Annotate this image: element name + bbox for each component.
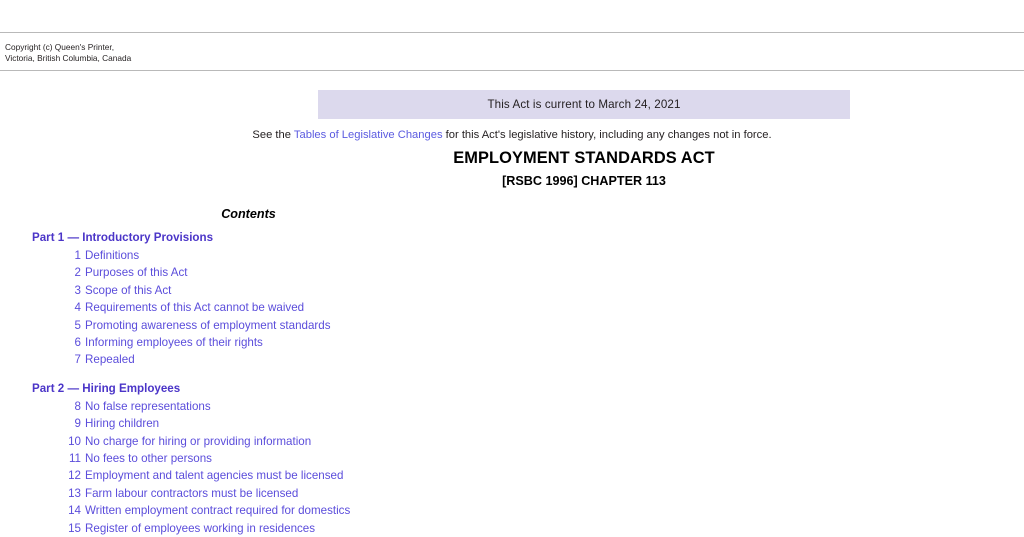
toc-part-block: Part 2 — Hiring Employees 8 No false repre… [0,381,520,537]
toc-part-block: Part 1 — Introductory Provisions 1 Definit… [0,230,520,369]
toc-entry-number: 4 [74,301,81,315]
currency-banner-text: This Act is current to March 24, 2021 [487,98,681,111]
toc-entry-label: No charge for hiring or providing inform… [85,434,312,448]
toc-entry-number: 3 [74,283,81,297]
toc-entry[interactable]: 3 Scope of this Act [0,282,520,299]
toc-entry-number: 13 [68,486,81,500]
copyright-notice: Copyright (c) Queen's Printer, Victoria,… [5,42,132,64]
toc-entry-number: 10 [68,434,81,448]
legislative-changes-suffix: for this Act's legislative history, incl… [442,129,772,141]
toc-entry[interactable]: 15 Register of employees working in resid… [0,520,520,537]
toc-entry-number: 1 [74,249,81,262]
toc-entry-label: Definitions [85,249,140,262]
toc-entry-label: No fees to other persons [85,452,212,466]
toc-entry[interactable]: 2 Purposes of this Act [0,264,520,281]
toc-entry-number: 15 [68,521,81,535]
header-rule-top [0,32,1024,33]
toc-entry-number: 14 [68,504,81,518]
page-title: EMPLOYMENT STANDARDS ACT [453,149,715,167]
toc-entry-label: Employment and talent agencies must be l… [85,469,344,483]
currency-banner: This Act is current to March 24, 2021 [318,90,850,119]
toc-entry[interactable]: 12 Employment and talent agencies must be… [0,467,520,484]
toc-entry-label: Scope of this Act [85,283,172,297]
table-of-contents: Part 1 — Introductory Provisions 1 Definit… [0,230,520,537]
toc-part-heading[interactable]: Part 2 — Hiring Employees [32,381,520,396]
toc-entry[interactable]: 6 Informing employees of their rights [0,334,520,351]
toc-entry-number: 8 [74,399,81,413]
toc-entry[interactable]: 8 No false representations [0,398,520,415]
toc-entry-number: 6 [74,336,81,350]
toc-entry[interactable]: 1 Definitions [0,247,520,264]
toc-entry-label: Purposes of this Act [85,266,188,280]
toc-entry[interactable]: 9 Hiring children [0,415,520,432]
toc-entry-label: Hiring children [85,417,160,431]
toc-entry-number: 12 [68,469,81,483]
toc-entry-label: Register of employees working in residen… [85,521,316,535]
toc-entry[interactable]: 4 Requirements of this Act cannot be waiv… [0,299,520,316]
legislative-changes-prefix: See the [252,129,294,141]
toc-entry[interactable]: 7 Repealed [0,351,520,368]
toc-entry-number: 9 [74,417,81,431]
toc-entry-label: Repealed [85,353,135,367]
toc-entry-number: 7 [74,353,81,367]
toc-entry-number: 5 [74,318,81,332]
legislative-changes-line: See the Tables of Legislative Changes fo… [0,129,1024,141]
contents-heading: Contents [221,207,276,221]
toc-entry-label: No false representations [85,399,211,413]
toc-entry-label: Requirements of this Act cannot be waive… [85,301,305,315]
toc-entry[interactable]: 5 Promoting awareness of employment stand… [0,317,520,334]
toc-entry[interactable]: 10 No charge for hiring or providing info… [0,433,520,450]
toc-entry-label: Farm labour contractors must be licensed [85,486,299,500]
tables-of-legislative-changes-link[interactable]: Tables of Legislative Changes [294,129,443,141]
toc-entry[interactable]: 11 No fees to other persons [0,450,520,467]
toc-entry[interactable]: 14 Written employment contract required f… [0,502,520,519]
toc-entry[interactable]: 13 Farm labour contractors must be licens… [0,485,520,502]
toc-entry-label: Promoting awareness of employment standa… [85,318,331,332]
toc-entry-label: Informing employees of their rights [85,336,263,350]
toc-part-heading[interactable]: Part 1 — Introductory Provisions [32,230,520,245]
toc-entry-number: 11 [68,452,81,466]
toc-entry-number: 2 [74,266,81,280]
header-rule-bottom [0,70,1024,71]
chapter-subtitle: [RSBC 1996] CHAPTER 113 [502,174,666,188]
toc-entry-label: Written employment contract required for… [85,504,351,518]
